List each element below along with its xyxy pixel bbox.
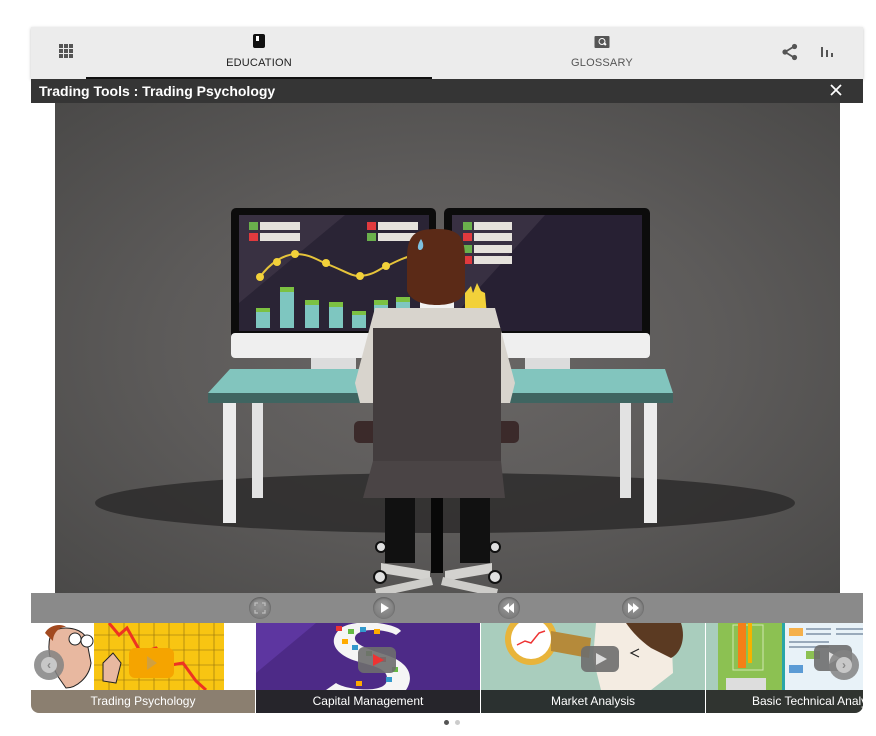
video-carousel: Trading Psychology Capital Management Ma… <box>31 623 863 713</box>
tab-glossary-label: GLOSSARY <box>571 57 633 69</box>
fullscreen-button[interactable] <box>249 597 271 619</box>
tab-education[interactable]: EDUCATION <box>86 27 432 79</box>
share-icon <box>782 43 798 61</box>
rewind-button[interactable] <box>498 597 520 619</box>
education-widget: EDUCATION GLOSSARY Trading Tools : Tradi… <box>31 27 863 713</box>
office-chair <box>354 328 519 593</box>
carousel-prev-button[interactable]: ‹ <box>34 650 64 680</box>
carousel-item-capital-management[interactable]: Capital Management <box>256 623 480 713</box>
market-analysis-thumbnail <box>481 623 705 690</box>
play-button[interactable] <box>373 597 395 619</box>
carousel-item-trading-psychology[interactable]: Trading Psychology <box>31 623 255 713</box>
capital-management-thumbnail <box>256 623 480 690</box>
title-bar: Trading Tools : Trading Psychology <box>31 79 863 103</box>
book-icon <box>253 34 265 48</box>
glossary-search-icon <box>594 36 610 48</box>
fast-forward-button[interactable] <box>622 597 644 619</box>
top-nav-bar: EDUCATION GLOSSARY <box>31 27 863 79</box>
apps-grid-icon[interactable] <box>59 44 73 58</box>
video-controls <box>31 593 863 623</box>
chevron-right-icon: › <box>836 657 852 673</box>
chart-button[interactable] <box>820 45 834 59</box>
bar-chart-icon <box>821 47 833 57</box>
rewind-icon <box>503 603 514 613</box>
video-player[interactable] <box>55 103 840 593</box>
video-title: Trading Tools : Trading Psychology <box>39 83 276 99</box>
tab-glossary[interactable]: GLOSSARY <box>429 27 775 79</box>
share-button[interactable] <box>781 43 799 61</box>
carousel-item-market-analysis[interactable]: Market Analysis <box>481 623 705 713</box>
carousel-next-button[interactable]: › <box>829 650 859 680</box>
tab-education-label: EDUCATION <box>226 57 292 69</box>
trader-illustration <box>95 208 795 593</box>
carousel-item-title: Trading Psychology <box>31 690 255 713</box>
carousel-item-title: Market Analysis <box>481 690 705 713</box>
close-icon <box>830 84 842 96</box>
carousel-item-title: Basic Technical Analysis <box>706 690 863 713</box>
fast-forward-icon <box>628 603 639 613</box>
pagination-dot-2[interactable] <box>455 720 460 725</box>
pagination-dot-1[interactable] <box>444 720 449 725</box>
carousel-item-title: Capital Management <box>256 690 480 713</box>
chevron-left-icon: ‹ <box>41 657 57 673</box>
trading-psychology-thumbnail <box>31 623 255 690</box>
close-button[interactable] <box>828 82 844 98</box>
play-icon <box>381 603 389 613</box>
fullscreen-icon <box>254 602 266 614</box>
